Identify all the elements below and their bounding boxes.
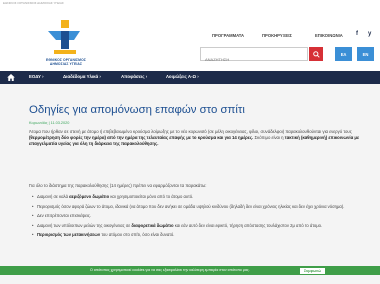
- nav-prokirikseis[interactable]: ΠΡΟΚΗΡΥΞΕΙΣ: [262, 33, 292, 38]
- measures-list: Διαμονή σε καλά αεριζόμενο δωμάτιο και χ…: [32, 194, 363, 242]
- nav-programmata[interactable]: ΠΡΟΓΡΑΜΜΑΤΑ: [212, 33, 244, 38]
- navbar-apofaseis[interactable]: Αποφάσεις ›: [121, 74, 147, 79]
- site-header: ΕΘΝΙΚΟΣ ΟΡΓΑΝΙΣΜΟΣ ΔΗΜΟΣΙΑΣ ΥΓΕΙΑΣ ΠΡΟΓΡ…: [0, 8, 380, 78]
- navbar-diadedomena[interactable]: Διαδέδομα Υλικά ›: [63, 74, 101, 79]
- cookie-accept-button[interactable]: Συμφωνώ: [300, 267, 326, 274]
- list-item: Διαμονή των υπόλοιπων μελών της οικογένε…: [32, 223, 363, 229]
- page-title: Οδηγίες για απομόνωση επαφών στο σπίτι: [29, 104, 245, 116]
- twitter-icon[interactable]: y: [368, 31, 371, 37]
- list-item: Περιορισμός όσον αφορά ζώων το άτομο, ιδ…: [32, 204, 363, 210]
- top-nav: ΠΡΟΓΡΑΜΜΑΤΑ ΠΡΟΚΗΡΥΞΕΙΣ ΕΠΙΚΟΙΝΩΝΙΑ: [200, 33, 380, 41]
- search-icon: [312, 50, 320, 58]
- article-paragraph: Άτομα που ήρθαν σε στενή με άτομο ή επιβ…: [29, 129, 364, 148]
- page-bottom: [0, 275, 380, 284]
- top-strip-text: ΕΘΝΙΚΟΣ ΟΡΓΑΝΙΣΜΟΣ ΔΗΜΟΣΙΑΣ ΥΓΕΙΑΣ: [3, 1, 64, 5]
- article-date: Κορωνοϊός | 11.03.2020: [29, 121, 70, 125]
- nav-epikoinonia[interactable]: ΕΠΙΚΟΙΝΩΝΙΑ: [315, 33, 343, 38]
- para-text-a: Άτομα που ήρθαν σε στενή με άτομο ή επιβ…: [29, 129, 352, 134]
- para-bold-b: (θερμομέτρηση δύο φορές την ημέρα) από τ…: [29, 135, 254, 141]
- top-strip: ΕΘΝΙΚΟΣ ΟΡΓΑΝΙΣΜΟΣ ΔΗΜΟΣΙΑΣ ΥΓΕΙΑΣ: [0, 0, 380, 8]
- para-text-c: Σκόπιμο είναι η: [253, 135, 285, 141]
- search-box: [200, 47, 308, 66]
- search-input[interactable]: [201, 53, 305, 66]
- home-icon[interactable]: [7, 74, 15, 81]
- facebook-icon[interactable]: f: [356, 31, 358, 37]
- navbar-loimokseis[interactable]: Λοιμώξεις Α-Ω ›: [166, 74, 199, 79]
- list-item: Διαμονή σε καλά αεριζόμενο δωμάτιο και χ…: [32, 194, 363, 200]
- logo-line-2: ΔΗΜΟΣΙΑΣ ΥΓΕΙΑΣ: [49, 62, 83, 67]
- lang-el-button[interactable]: ΕΛ: [335, 47, 352, 61]
- logo-text: ΕΘΝΙΚΟΣ ΟΡΓΑΝΙΣΜΟΣ ΔΗΜΟΣΙΑΣ ΥΓΕΙΑΣ: [41, 58, 91, 66]
- search-button[interactable]: [309, 47, 323, 61]
- cookie-banner: Ο ιστότοπος χρησιμοποιεί cookies για να …: [0, 266, 380, 275]
- main-navbar: ΕΟΔΥ › Διαδέδομα Υλικά › Αποφάσεις › Λοι…: [0, 71, 380, 84]
- cookie-message: Ο ιστότοπος χρησιμοποιεί cookies για να …: [90, 268, 250, 272]
- list-item: Περιορισμός των μετακινήσεων του ατόμου …: [32, 232, 363, 238]
- navbar-eody[interactable]: ΕΟΔΥ ›: [29, 74, 44, 79]
- list-item: Δεν επιτρέπονται επισκέψεις.: [32, 213, 363, 219]
- list-intro: Για όλο το διάστημα της παρακολούθησης (…: [29, 183, 207, 188]
- lang-en-button[interactable]: EN: [357, 47, 374, 61]
